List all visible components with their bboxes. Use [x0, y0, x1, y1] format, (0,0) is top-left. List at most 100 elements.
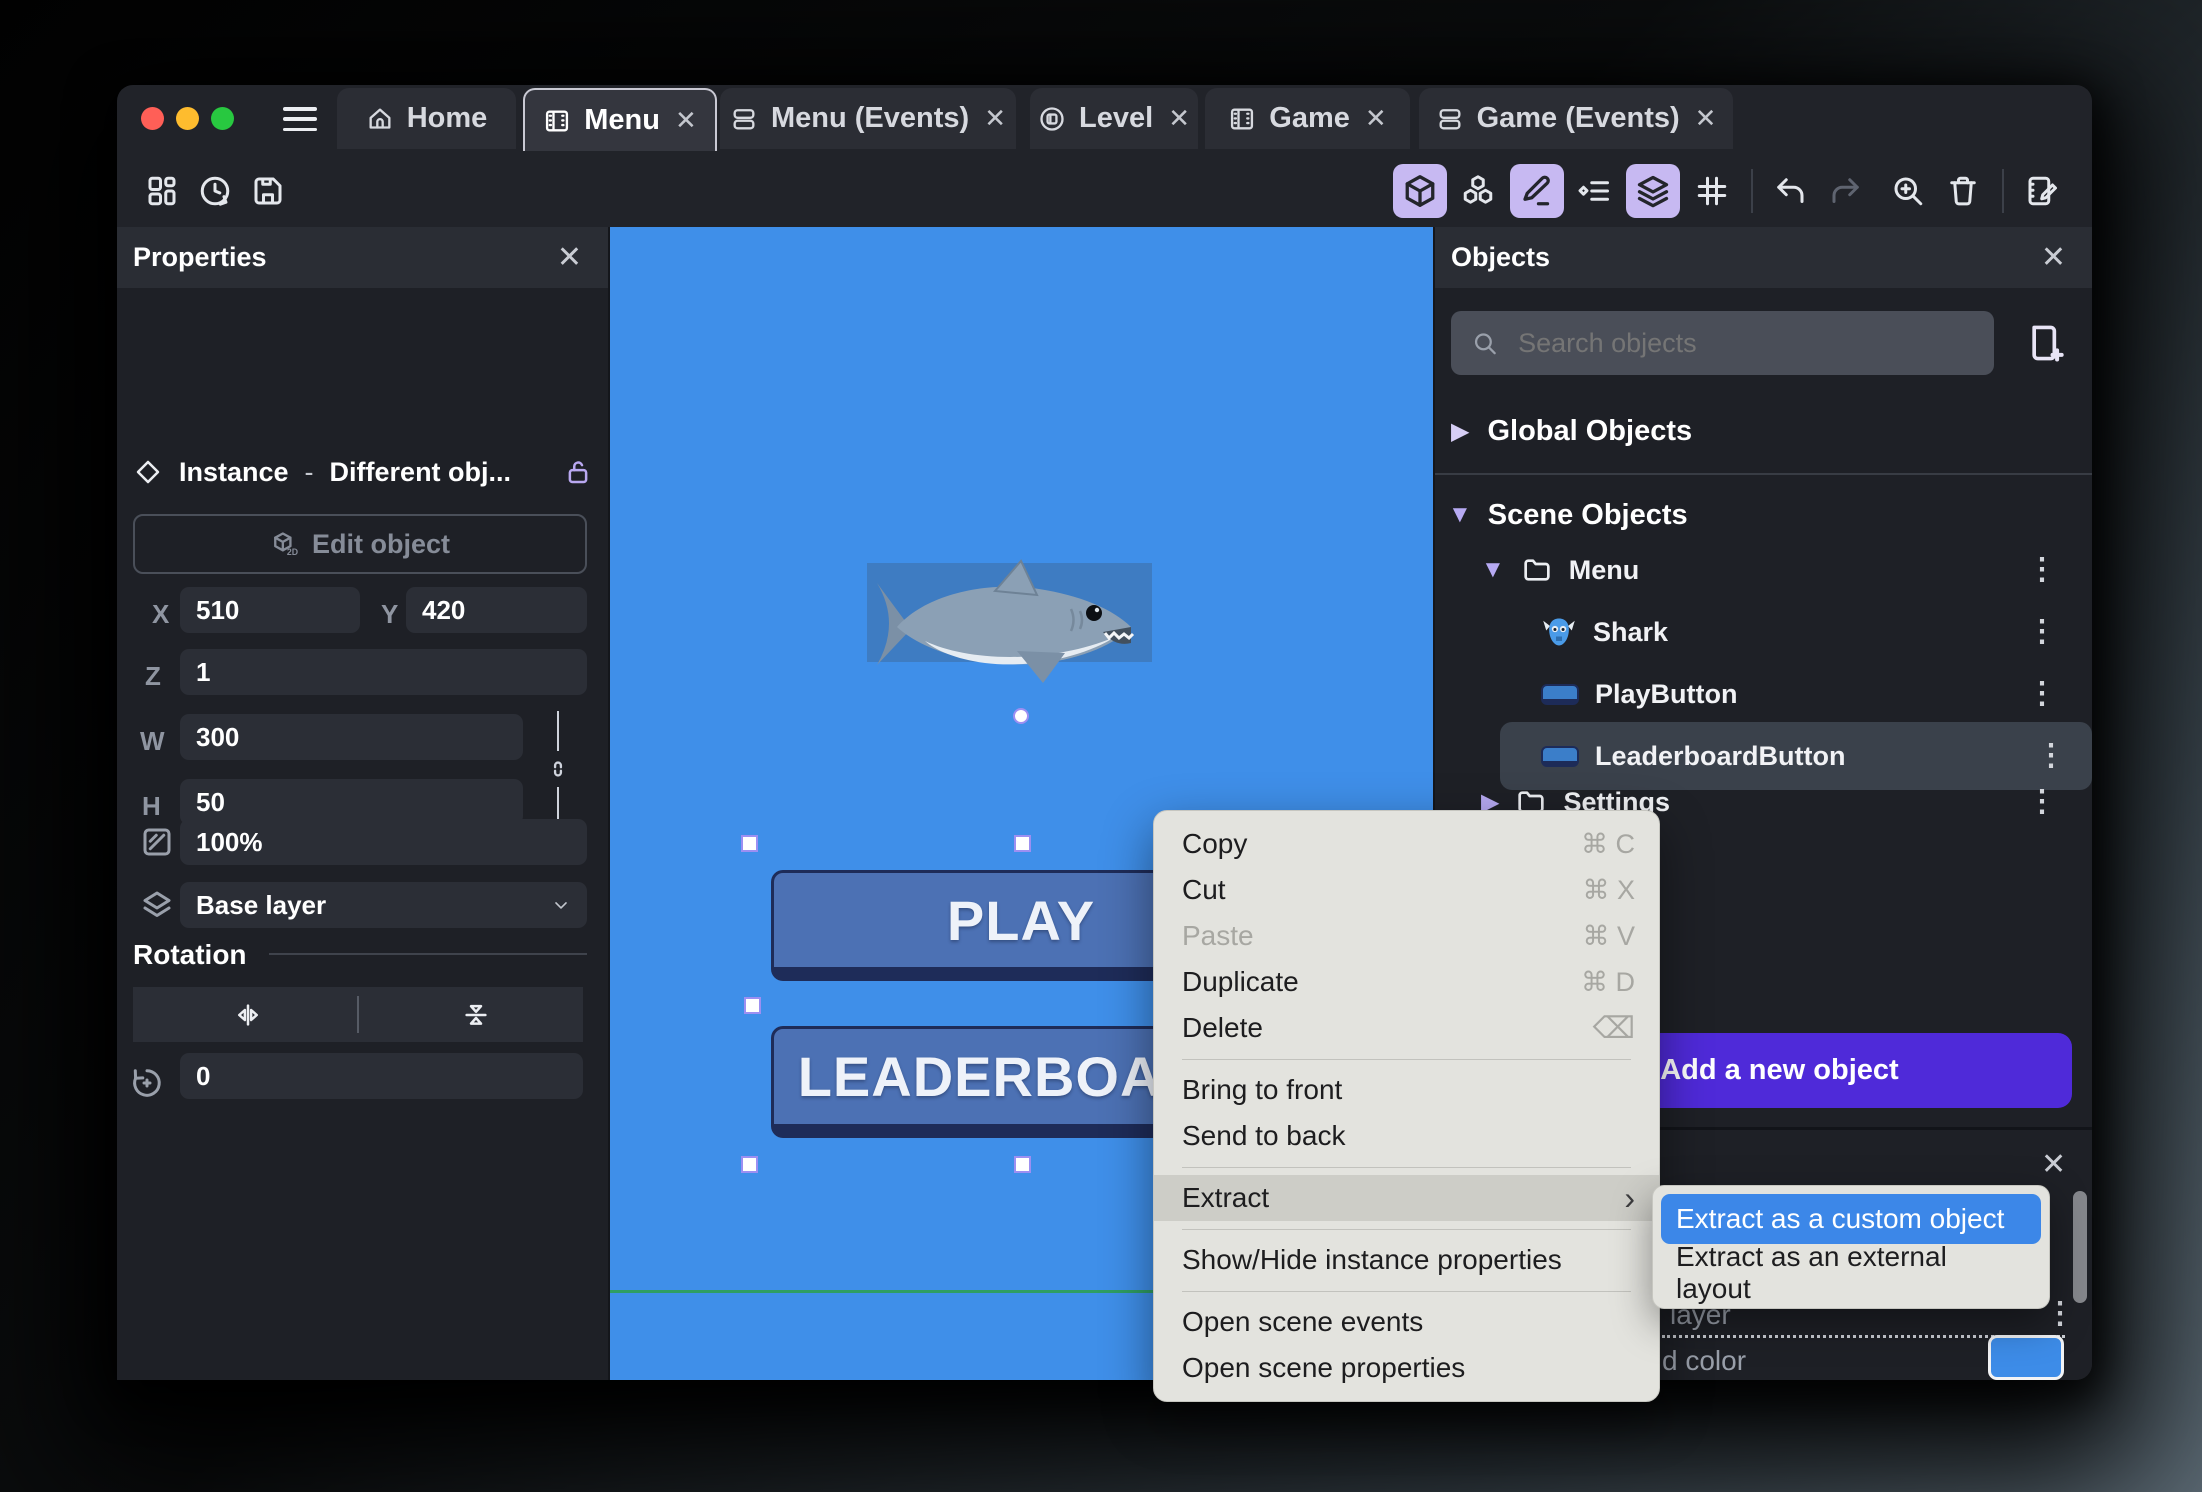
traffic-minimize-button[interactable]: [176, 107, 199, 130]
titlebar: Home Menu ✕ Menu (Events) ✕ Level ✕ Game…: [117, 85, 2092, 151]
context-menu-item-open-scene-events[interactable]: Open scene events: [1154, 1299, 1659, 1345]
tab-game-events[interactable]: Game (Events) ✕: [1419, 88, 1733, 149]
kebab-menu-icon[interactable]: ⋮: [2045, 1299, 2075, 1329]
edit-object-label: Edit object: [311, 528, 450, 559]
history-button[interactable]: [188, 164, 242, 218]
context-menu-item-send-to-back[interactable]: Send to back: [1154, 1113, 1659, 1159]
zoom-button[interactable]: [1881, 164, 1935, 218]
kebab-menu-icon[interactable]: ⋮: [2036, 741, 2066, 771]
rotation-handle[interactable]: [1013, 708, 1029, 724]
events-icon: [1439, 108, 1461, 129]
close-icon[interactable]: ✕: [557, 240, 582, 275]
opacity-input[interactable]: [180, 819, 587, 865]
object-folder-row-menu[interactable]: ▼ Menu ⋮: [1481, 544, 2071, 596]
kebab-menu-icon[interactable]: ⋮: [2027, 679, 2057, 709]
edit-scene-properties-button[interactable]: [2015, 164, 2069, 218]
cube-icon: [1405, 175, 1435, 207]
selection-handle-top-left[interactable]: [741, 835, 758, 852]
objects-mode-button[interactable]: [1451, 164, 1505, 218]
lock-ratio-link-icon[interactable]: [544, 755, 572, 783]
edit-object-button[interactable]: 2D Edit object: [133, 514, 587, 574]
selection-handle-bottom-center[interactable]: [1014, 1156, 1031, 1173]
context-menu-item-show-hide-instance-properties[interactable]: Show/Hide instance properties: [1154, 1237, 1659, 1283]
background-color-swatch[interactable]: [1988, 1335, 2064, 1380]
object-label: PlayButton: [1595, 678, 1738, 709]
context-menu-item-extract[interactable]: Extract ›: [1154, 1175, 1659, 1221]
layer-select[interactable]: Base layer: [180, 882, 587, 928]
home-icon: [369, 108, 391, 129]
kebab-menu-icon[interactable]: ⋮: [2027, 555, 2057, 585]
search-input[interactable]: [1516, 326, 1974, 360]
tab-close-icon[interactable]: ✕: [1168, 103, 1190, 134]
search-box[interactable]: [1451, 311, 1994, 375]
opacity-icon: [143, 828, 171, 856]
tab-close-icon[interactable]: ✕: [984, 103, 1006, 134]
context-menu-item-paste[interactable]: Paste ⌘ V: [1154, 913, 1659, 959]
close-icon[interactable]: ✕: [2041, 1147, 2066, 1182]
trash-icon: [1950, 176, 1976, 206]
selection-handle-top-center[interactable]: [1014, 835, 1031, 852]
traffic-maximize-button[interactable]: [211, 107, 234, 130]
tab-label: Menu (Events): [771, 102, 970, 134]
context-menu-item-cut[interactable]: Cut ⌘ X: [1154, 867, 1659, 913]
menu-item-shortcut: ⌘ C: [1581, 828, 1635, 859]
tab-home[interactable]: Home: [337, 88, 516, 149]
submenu-item-extract-custom-object[interactable]: Extract as a custom object: [1661, 1194, 2041, 1244]
tab-menu-events[interactable]: Menu (Events) ✕: [720, 88, 1016, 149]
shark-image: [877, 559, 1135, 683]
section-divider: [269, 953, 587, 955]
selection-handle-mid-left[interactable]: [744, 997, 761, 1014]
traffic-close-button[interactable]: [141, 107, 164, 130]
undo-icon: [1777, 178, 1804, 203]
instances-list-button[interactable]: [1567, 164, 1621, 218]
global-objects-label: Global Objects: [1487, 414, 1693, 447]
main-menu-icon[interactable]: [283, 107, 317, 131]
delete-button[interactable]: [1936, 164, 1990, 218]
shark-sprite[interactable]: [867, 559, 1152, 683]
flip-vertical-icon[interactable]: [461, 1000, 491, 1030]
selection-handle-bottom-left[interactable]: [741, 1156, 758, 1173]
project-manager-button[interactable]: [135, 164, 189, 218]
close-icon[interactable]: ✕: [2041, 240, 2066, 275]
menu-item-label: Show/Hide instance properties: [1182, 1244, 1562, 1275]
object-row-shark[interactable]: Shark ⋮: [1541, 606, 2071, 658]
lock-open-icon[interactable]: [563, 457, 593, 487]
rotation-input[interactable]: [180, 1053, 583, 1099]
history-clock-icon: [200, 176, 230, 206]
layers-panel-button[interactable]: [1626, 164, 1680, 218]
context-menu-item-duplicate[interactable]: Duplicate ⌘ D: [1154, 959, 1659, 1005]
edit-mode-button[interactable]: [1510, 164, 1564, 218]
tab-level[interactable]: Level ✕: [1030, 88, 1198, 149]
kebab-menu-icon[interactable]: ⋮: [2027, 787, 2057, 817]
tab-menu[interactable]: Menu ✕: [523, 88, 717, 151]
scrollbar-thumb[interactable]: [2073, 1191, 2087, 1303]
context-menu: Copy ⌘ C Cut ⌘ X Paste ⌘ V Duplicate ⌘ D…: [1153, 810, 1660, 1402]
context-menu-item-open-scene-properties[interactable]: Open scene properties: [1154, 1345, 1659, 1391]
save-button[interactable]: [241, 164, 295, 218]
tab-close-icon[interactable]: ✕: [675, 105, 697, 136]
context-menu-item-copy[interactable]: Copy ⌘ C: [1154, 821, 1659, 867]
add-folder-icon[interactable]: [2025, 321, 2069, 365]
objects-panel-title: Objects: [1451, 242, 1551, 272]
global-objects-group[interactable]: ▶ Global Objects: [1451, 405, 1692, 457]
w-input[interactable]: [180, 714, 523, 760]
flip-horizontal-icon[interactable]: [233, 1000, 263, 1030]
context-menu-item-delete[interactable]: Delete ⌫: [1154, 1005, 1659, 1051]
toggle-3d-view-button[interactable]: [1393, 164, 1447, 218]
kebab-menu-icon[interactable]: ⋮: [2027, 617, 2057, 647]
undo-button[interactable]: [1763, 164, 1817, 218]
object-row-playbutton[interactable]: PlayButton ⋮: [1541, 668, 2071, 720]
redo-button[interactable]: [1819, 164, 1873, 218]
tab-game[interactable]: Game ✕: [1205, 88, 1410, 149]
tab-close-icon[interactable]: ✕: [1695, 103, 1717, 134]
z-input[interactable]: [180, 649, 587, 695]
tab-close-icon[interactable]: ✕: [1365, 103, 1387, 134]
submenu-item-extract-external-layout[interactable]: Extract as an external layout: [1661, 1241, 2041, 1304]
x-input[interactable]: [180, 587, 360, 633]
search-icon: [1474, 333, 1496, 355]
grid-button[interactable]: [1685, 164, 1739, 218]
y-input[interactable]: [406, 587, 587, 633]
button-object-icon: [1541, 745, 1579, 767]
scene-objects-group[interactable]: ▼ Scene Objects: [1448, 489, 1688, 541]
context-menu-item-bring-to-front[interactable]: Bring to front: [1154, 1067, 1659, 1113]
